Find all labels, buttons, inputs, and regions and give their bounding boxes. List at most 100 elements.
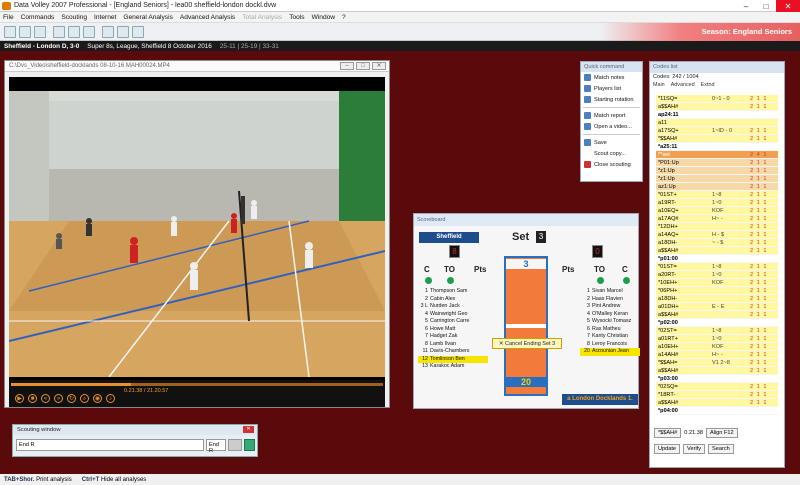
code-row[interactable]: a17SQ+ 1~ID - 02 1 1 — [656, 127, 778, 135]
code-row[interactable]: **set 2 4 1 — [656, 151, 778, 159]
menu-help[interactable]: ? — [342, 14, 346, 21]
menu-file[interactable]: File — [3, 14, 14, 21]
code-row[interactable]: a18DH- 2 1 1 — [656, 295, 778, 303]
roster-row[interactable]: 8 Leroy Francois — [580, 341, 640, 349]
code-row[interactable]: *p04:00 — [656, 407, 778, 415]
code-row[interactable]: *p03:00 — [656, 375, 778, 383]
video-close-button[interactable]: ✕ — [372, 62, 386, 70]
roster-row[interactable]: 4 O'Malley Keran — [580, 311, 640, 319]
roster-row-highlighted[interactable]: 12 Tomlinson Ben — [418, 355, 488, 363]
roster-row[interactable]: 5 Carrington Carre — [418, 318, 488, 326]
roster-row[interactable]: 7 Kanty Christian — [580, 333, 640, 341]
menu-total-analysis[interactable]: Total Analysis — [242, 14, 282, 21]
code-row[interactable]: *10EH+ KOF 2 1 1 — [656, 279, 778, 287]
match-report-item[interactable]: Match report — [581, 110, 642, 121]
print-icon[interactable] — [68, 26, 80, 38]
menu-window[interactable]: Window — [312, 14, 335, 21]
menu-internet[interactable]: Internet — [94, 14, 116, 21]
code-row[interactable]: *02ST= 1~8 2 1 1 — [656, 327, 778, 335]
roster-row[interactable]: 6 Ras Matheu — [580, 326, 640, 334]
mini-court[interactable]: 3 20 — [504, 256, 548, 396]
code-row[interactable]: a10EH+ KOF 2 1 1 — [656, 343, 778, 351]
roster-row[interactable]: 5 Wysocki Tomasz — [580, 318, 640, 326]
code-row[interactable]: *02SQ= 2 1 1 — [656, 383, 778, 391]
snapshot-icon[interactable]: ◉ — [93, 394, 102, 403]
code-row[interactable]: *z1:Up 2 1 1 — [656, 167, 778, 175]
roster-row[interactable]: 11 Davis-Chambers — [418, 348, 488, 356]
menu-advanced-analysis[interactable]: Advanced Analysis — [180, 14, 235, 21]
code-row[interactable]: a14AQ+ H - $2 1 1 — [656, 231, 778, 239]
roster-row[interactable]: 3 L Nurden Jack — [418, 303, 488, 311]
code-row[interactable]: a11 — [656, 119, 778, 127]
new-file-icon[interactable] — [4, 26, 16, 38]
code-row[interactable]: a19RT- 1~0 2 1 1 — [656, 199, 778, 207]
report-icon[interactable] — [83, 26, 95, 38]
roster-row[interactable]: 13 Karakoc Adam — [418, 363, 488, 371]
code-row[interactable]: a$$AH# 2 1 1 — [656, 311, 778, 319]
col-main[interactable]: Main — [653, 82, 665, 88]
code-row[interactable]: a14AH# H~ -2 1 1 — [656, 351, 778, 359]
rewind-icon[interactable]: « — [41, 394, 50, 403]
roster-row[interactable]: 4 Wainwright Geo — [418, 311, 488, 319]
code-row[interactable]: a01DH+ E - E2 1 1 — [656, 303, 778, 311]
roster-row[interactable]: 1 Thompson Sam — [418, 288, 488, 296]
code-row[interactable]: a$$AH# 2 1 1 — [656, 399, 778, 407]
code-row[interactable]: *06PH+ 2 1 1 — [656, 287, 778, 295]
scouting-run-icon[interactable] — [244, 439, 255, 451]
roster-row[interactable]: 7 Hadget Zak — [418, 333, 488, 341]
code-row[interactable]: *$$AH= V1 2~8 2 1 1 — [656, 359, 778, 367]
video-progress-bar[interactable] — [11, 383, 383, 386]
scouting-end-r-button[interactable]: End R — [206, 439, 226, 454]
maximize-button[interactable]: □ — [756, 0, 776, 12]
update-button[interactable]: Update — [654, 444, 681, 454]
players-icon[interactable] — [102, 26, 114, 38]
settings-icon[interactable] — [132, 26, 144, 38]
menu-tools[interactable]: Tools — [289, 14, 304, 21]
roster-row[interactable]: 8 Lamb Ilvan — [418, 341, 488, 349]
code-row[interactable]: *$$AH# 2 1 1 — [656, 135, 778, 143]
code-row[interactable]: *z1:Up 2 1 1 — [656, 175, 778, 183]
col-advanced[interactable]: Advanced — [671, 82, 695, 88]
search-button[interactable]: Search — [708, 444, 734, 454]
scouting-input-left[interactable]: End R — [16, 439, 204, 451]
code-row[interactable]: *a25:11 — [656, 143, 778, 151]
roster-row[interactable]: 1 Sivan Marcel — [580, 288, 640, 296]
code-row[interactable]: a$$AH# 2 1 1 — [656, 367, 778, 375]
save-item[interactable]: Save — [581, 137, 642, 148]
scout-icon[interactable] — [53, 26, 65, 38]
stop-icon[interactable]: ■ — [28, 394, 37, 403]
menu-general-analysis[interactable]: General Analysis — [123, 14, 172, 21]
code-row[interactable]: *p01:00 — [656, 255, 778, 263]
players-list-item[interactable]: Players list — [581, 83, 642, 94]
open-video-item[interactable]: Open a video... — [581, 121, 642, 132]
roster-row[interactable]: 2 Cabin Alex — [418, 296, 488, 304]
roster-row[interactable]: 3 Pint Andrew — [580, 303, 640, 311]
code-input[interactable]: *$$AH# — [654, 428, 682, 438]
video-minimize-button[interactable]: – — [340, 62, 354, 70]
codes-list[interactable]: *11SQ= 0~1 - 02 1 1 a$$AH# 2 1 1 ap24:11 a11 a… — [656, 95, 778, 422]
save-icon[interactable] — [34, 26, 46, 38]
code-row[interactable]: *P01:Up 2 1 1 — [656, 159, 778, 167]
code-row[interactable]: a01RT+ 1~0 2 1 1 — [656, 335, 778, 343]
open-folder-icon[interactable] — [19, 26, 31, 38]
scouting-close-icon[interactable]: ✕ — [243, 426, 254, 433]
code-row[interactable]: a20RT- 1~0 2 1 1 — [656, 271, 778, 279]
col-extnd[interactable]: Extnd — [701, 82, 715, 88]
scouting-aux-button[interactable] — [228, 439, 242, 451]
align-button[interactable]: Align F12 — [705, 428, 738, 438]
roster-row[interactable]: 6 Howe Matt — [418, 326, 488, 334]
repeat-icon[interactable]: ↻ — [67, 394, 76, 403]
close-scouting-item[interactable]: Close scouting — [581, 159, 642, 170]
cancel-ending-set-button[interactable]: ✕ Cancel Ending Set 3 — [492, 338, 562, 349]
roster-row-highlighted[interactable]: 20 Arzounian Jean — [580, 348, 640, 356]
code-row[interactable]: *12DH+ 2 1 1 — [656, 223, 778, 231]
code-row[interactable]: a10EQ+ KOF 2 1 1 — [656, 207, 778, 215]
video-frame[interactable] — [9, 77, 385, 380]
close-button[interactable]: ✕ — [776, 0, 800, 12]
minimize-button[interactable]: – — [736, 0, 756, 12]
play-icon[interactable]: ▶ — [15, 394, 24, 403]
starting-rotation-item[interactable]: Starting rotation — [581, 94, 642, 105]
code-row[interactable]: a$$AH# 2 1 1 — [656, 247, 778, 255]
scout-copy-item[interactable]: Scout copy... — [581, 148, 642, 159]
code-row[interactable]: *01ST= 1~8 2 1 1 — [656, 263, 778, 271]
